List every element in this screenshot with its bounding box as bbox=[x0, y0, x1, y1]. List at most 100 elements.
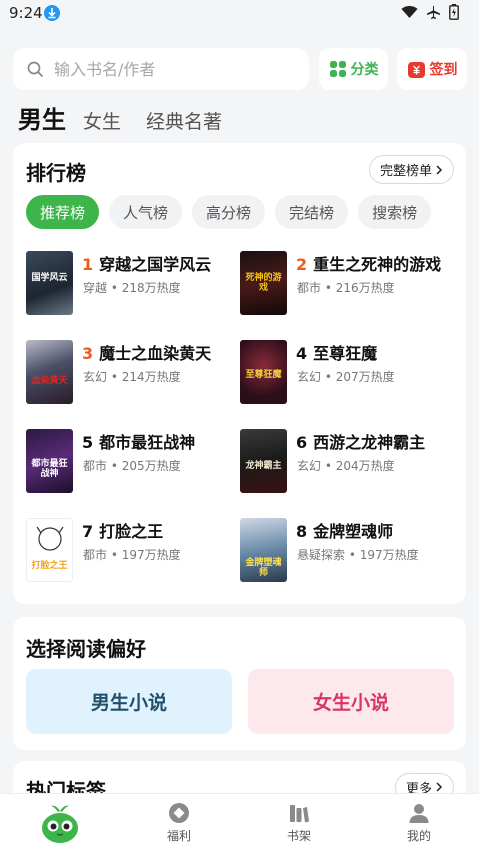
book-name: 西游之龙神霸主 bbox=[313, 433, 426, 452]
airplane-icon bbox=[427, 5, 440, 19]
search-bar[interactable] bbox=[13, 48, 309, 90]
chevron-right-icon bbox=[436, 782, 443, 792]
checkin-button[interactable]: 签到 bbox=[397, 48, 467, 90]
category-button[interactable]: 分类 bbox=[319, 48, 388, 90]
checkin-label: 签到 bbox=[429, 62, 458, 78]
book-rank: 1 bbox=[82, 255, 94, 274]
book-title: 1 穿越之国学风云 bbox=[82, 251, 211, 275]
book-rank: 7 bbox=[82, 522, 94, 541]
book-genre: 悬疑探索 bbox=[297, 548, 346, 562]
book-cover: 国学风云 bbox=[26, 251, 73, 315]
rank-tab-recommended[interactable]: 推荐榜 bbox=[26, 195, 100, 229]
book-genre: 都市 bbox=[83, 459, 108, 473]
preference-title: 选择阅读偏好 bbox=[26, 637, 146, 661]
tab-classics[interactable]: 经典名著 bbox=[146, 107, 222, 134]
female-novel-button[interactable]: 女生小说 bbox=[248, 669, 454, 734]
tab-female[interactable]: 女生 bbox=[83, 107, 121, 134]
book-rank: 6 bbox=[296, 433, 308, 452]
cover-title: 龙神霸主 bbox=[245, 461, 282, 471]
nav-profile[interactable]: 我的 bbox=[379, 794, 459, 852]
nav-bookshelf[interactable]: 书架 bbox=[259, 794, 339, 852]
cover-title: 国学风云 bbox=[31, 273, 68, 283]
book-heat: 204万热度 bbox=[335, 459, 395, 473]
book-meta: 玄幻 • 214万热度 bbox=[83, 370, 181, 384]
book-meta: 都市 • 197万热度 bbox=[83, 548, 181, 562]
cover-title: 至尊狂魔 bbox=[245, 370, 282, 380]
book-rank: 2 bbox=[296, 255, 308, 274]
profile-icon bbox=[409, 804, 429, 823]
book-meta: 都市 • 205万热度 bbox=[83, 459, 181, 473]
book-meta: 悬疑探索 • 197万热度 bbox=[297, 548, 419, 562]
book-rank: 8 bbox=[296, 522, 308, 541]
status-time: 9:24 bbox=[9, 4, 43, 22]
book-item[interactable]: 金牌塑魂师 8 金牌塑魂师 悬疑探索 • 197万热度 bbox=[240, 518, 450, 584]
book-meta: 玄幻 • 204万热度 bbox=[297, 459, 395, 473]
book-item[interactable]: 国学风云 1 穿越之国学风云 穿越 • 218万热度 bbox=[26, 251, 236, 317]
book-genre: 都市 bbox=[83, 548, 108, 562]
cover-sketch-icon bbox=[36, 526, 64, 551]
book-title: 6 西游之龙神霸主 bbox=[296, 429, 425, 453]
book-rank: 4 bbox=[296, 344, 308, 363]
book-item[interactable]: 都市最狂战神 5 都市最狂战神 都市 • 205万热度 bbox=[26, 429, 236, 495]
book-item[interactable]: 死神的游戏 2 重生之死神的游戏 都市 • 216万热度 bbox=[240, 251, 450, 317]
nav-home[interactable] bbox=[20, 794, 100, 852]
book-item[interactable]: 血染黄天 3 魔士之血染黄天 玄幻 • 214万热度 bbox=[26, 340, 236, 406]
book-cover: 金牌塑魂师 bbox=[240, 518, 287, 582]
bookshelf-icon bbox=[290, 805, 309, 823]
tab-male[interactable]: 男生 bbox=[18, 100, 66, 135]
book-genre: 玄幻 bbox=[83, 370, 108, 384]
book-title: 4 至尊狂魔 bbox=[296, 340, 377, 364]
rank-tab-completed[interactable]: 完结榜 bbox=[275, 195, 349, 229]
cover-title: 都市最狂战神 bbox=[31, 459, 68, 479]
welfare-icon bbox=[169, 803, 189, 823]
channel-tabs: 男生 女生 经典名著 bbox=[18, 100, 247, 136]
checkin-icon bbox=[407, 61, 425, 78]
book-rank: 3 bbox=[82, 344, 94, 363]
book-heat: 197万热度 bbox=[121, 548, 181, 562]
book-heat: 214万热度 bbox=[121, 370, 181, 384]
rank-tab-top-rated[interactable]: 高分榜 bbox=[192, 195, 266, 229]
rank-tab-search[interactable]: 搜索榜 bbox=[358, 195, 432, 229]
book-item[interactable]: 龙神霸主 6 西游之龙神霸主 玄幻 • 204万热度 bbox=[240, 429, 450, 495]
book-heat: 207万热度 bbox=[335, 370, 395, 384]
book-cover: 至尊狂魔 bbox=[240, 340, 287, 404]
book-name: 重生之死神的游戏 bbox=[313, 255, 442, 274]
chevron-right-icon bbox=[436, 164, 443, 175]
nav-bookshelf-label: 书架 bbox=[286, 829, 311, 843]
book-item[interactable]: 打脸之王 7 打脸之王 都市 • 197万热度 bbox=[26, 518, 236, 584]
cover-title: 金牌塑魂师 bbox=[245, 558, 282, 578]
book-genre: 玄幻 bbox=[297, 370, 322, 384]
ranking-card: 排行榜 完整榜单 推荐榜 人气榜 高分榜 完结榜 搜索榜 国学风云 1 穿越之国学… bbox=[13, 143, 466, 604]
book-name: 魔士之血染黄天 bbox=[99, 344, 212, 363]
book-heat: 218万热度 bbox=[121, 281, 181, 295]
full-list-button[interactable]: 完整榜单 bbox=[368, 155, 454, 184]
search-input[interactable] bbox=[54, 59, 274, 79]
search-icon bbox=[27, 61, 44, 77]
nav-welfare[interactable]: 福利 bbox=[139, 794, 219, 852]
mascot-icon bbox=[42, 805, 78, 843]
book-heat: 216万热度 bbox=[335, 281, 395, 295]
book-title: 3 魔士之血染黄天 bbox=[82, 340, 211, 364]
ranking-title: 排行榜 bbox=[26, 161, 86, 185]
book-name: 穿越之国学风云 bbox=[99, 255, 212, 274]
book-cover: 打脸之王 bbox=[26, 518, 73, 582]
battery-icon bbox=[449, 4, 459, 20]
rank-tab-popular[interactable]: 人气榜 bbox=[109, 195, 183, 229]
grid-icon bbox=[329, 61, 346, 77]
book-item[interactable]: 至尊狂魔 4 至尊狂魔 玄幻 • 207万热度 bbox=[240, 340, 450, 406]
download-icon bbox=[44, 5, 60, 21]
wifi-icon bbox=[401, 6, 418, 18]
book-meta: 穿越 • 218万热度 bbox=[83, 281, 181, 295]
book-title: 7 打脸之王 bbox=[82, 518, 163, 542]
book-title: 2 重生之死神的游戏 bbox=[296, 251, 441, 275]
nav-welfare-label: 福利 bbox=[166, 829, 191, 843]
male-novel-button[interactable]: 男生小说 bbox=[26, 669, 232, 734]
category-label: 分类 bbox=[350, 62, 379, 78]
bottom-nav: 福利 书架 我的 bbox=[0, 793, 479, 852]
book-cover: 龙神霸主 bbox=[240, 429, 287, 493]
ranking-tabs: 推荐榜 人气榜 高分榜 完结榜 搜索榜 bbox=[26, 195, 456, 231]
book-title: 8 金牌塑魂师 bbox=[296, 518, 393, 542]
book-cover: 都市最狂战神 bbox=[26, 429, 73, 493]
book-title: 5 都市最狂战神 bbox=[82, 429, 195, 453]
status-bar: 9:24 bbox=[0, 0, 479, 28]
